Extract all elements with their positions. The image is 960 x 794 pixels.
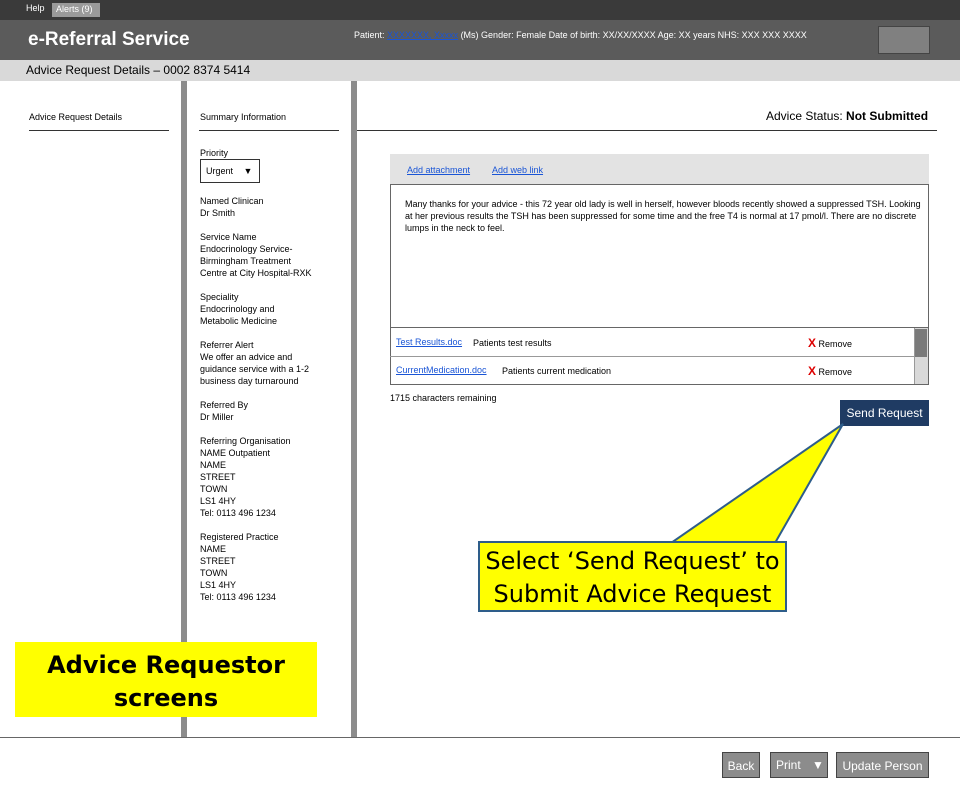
send-request-callout: Select ‘Send Request’ to Submit Advice R…: [478, 541, 787, 612]
callout-arrow: [667, 423, 844, 544]
print-label: Print: [776, 758, 801, 772]
print-button[interactable]: Print ▼: [770, 752, 828, 778]
update-person-button[interactable]: Update Person: [836, 752, 929, 778]
footer-divider: [0, 737, 960, 738]
chevron-down-icon: ▼: [812, 758, 824, 772]
back-button[interactable]: Back: [722, 752, 760, 778]
advice-requestor-callout: Advice Requestor screens: [15, 642, 317, 717]
